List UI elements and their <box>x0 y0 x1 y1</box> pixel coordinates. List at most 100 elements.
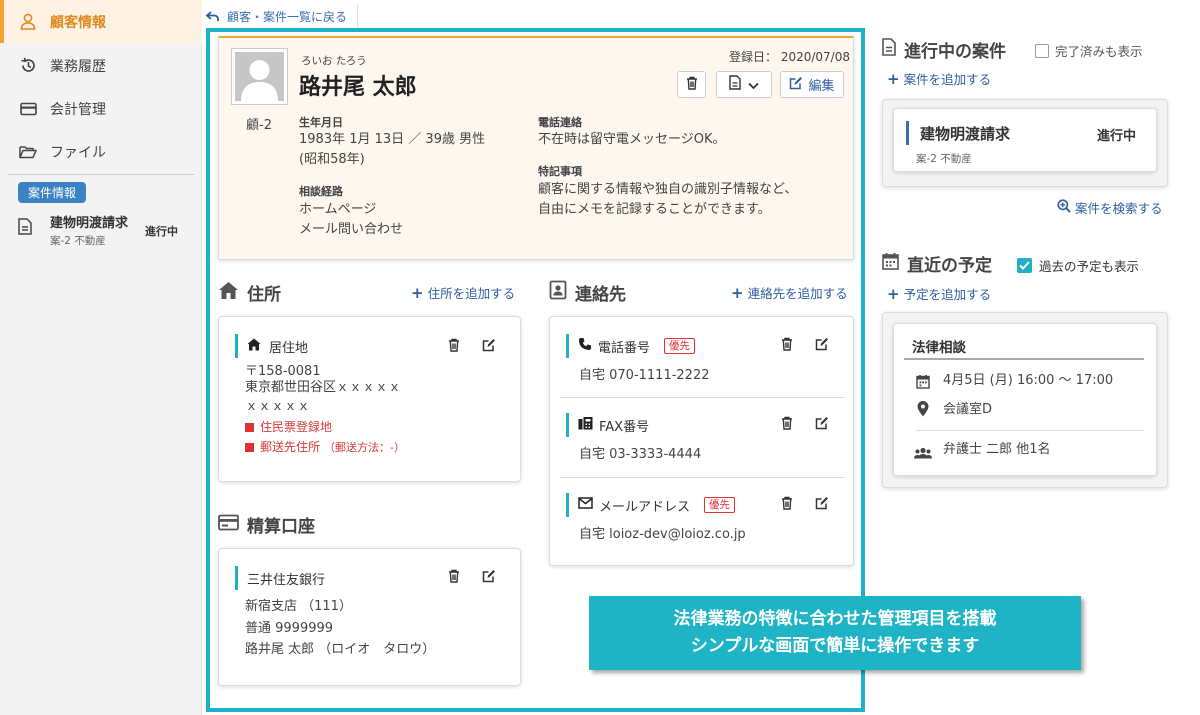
address-title-text: 住所 <box>247 285 281 305</box>
add-address-label: 住所を追加する <box>427 286 516 301</box>
delete-email-button[interactable] <box>779 496 795 512</box>
plus-icon: + <box>887 69 900 88</box>
delete-phone-button[interactable] <box>779 337 795 353</box>
back-arrow-icon <box>206 10 219 22</box>
show-completed-label: 完了済みも表示 <box>1055 44 1143 59</box>
show-past-checkbox[interactable]: 過去の予定も表示 <box>1017 256 1139 275</box>
sidebar-item-files[interactable]: ファイル <box>0 130 202 173</box>
edit-fax-button[interactable] <box>814 416 830 432</box>
sidebar-case-title: 建物明渡請求 <box>50 216 129 231</box>
case-card[interactable]: 建物明渡請求 進行中 案-2 不動産 <box>893 108 1157 172</box>
search-plus-icon <box>1057 199 1071 216</box>
contact-email-label: メールアドレス 優先 <box>566 493 736 517</box>
birth-era: (昭和58年) <box>299 152 365 167</box>
trash-icon <box>781 415 793 434</box>
red-square-icon <box>245 423 254 432</box>
delete-button[interactable] <box>677 71 706 98</box>
priority-badge: 優先 <box>664 338 696 354</box>
delete-address-button[interactable] <box>446 338 462 354</box>
add-address-link[interactable]: + 住所を追加する <box>411 283 515 302</box>
sidebar-item-history[interactable]: 業務履歴 <box>0 44 202 87</box>
schedule-title-underline <box>904 358 1144 360</box>
case-accent-bar <box>906 121 909 145</box>
sidebar: 顧客情報 業務履歴 会計管理 ファイル 案件情報 建物明渡請求 案-2 不動産 … <box>0 0 202 715</box>
edit-button[interactable]: 編集 <box>780 71 844 98</box>
bank-holder: 路井尾 太郎 （ロイオ タロウ） <box>245 642 436 657</box>
schedule-place: 会議室D <box>943 402 993 417</box>
note-value-1: 顧客に関する情報や独自の識別子情報など、 <box>538 182 798 197</box>
calendar-icon <box>882 252 899 275</box>
history-icon <box>18 56 38 76</box>
cases-panel: 建物明渡請求 進行中 案-2 不動産 <box>882 99 1168 187</box>
cases-title-text: 進行中の案件 <box>904 42 1006 62</box>
address-line-1: 東京都世田谷区ｘｘｘｘｘ <box>245 380 402 395</box>
house-icon <box>218 281 239 305</box>
edit-address-button[interactable] <box>481 338 497 354</box>
trash-icon <box>781 336 793 355</box>
contact-fax-value: 自宅 03-3333-4444 <box>579 447 702 462</box>
mailing-address-tag: 郵送先住所 （郵送方法：-） <box>245 438 405 455</box>
document-icon <box>882 38 896 61</box>
bank-branch: 新宿支店 （111） <box>245 599 352 614</box>
house-icon <box>247 338 261 355</box>
edit-bank-button[interactable] <box>481 569 497 585</box>
case-sub: 案-2 不動産 <box>916 153 972 165</box>
add-schedule-label: 予定を追加する <box>903 287 992 302</box>
edit-icon <box>482 568 496 587</box>
checkbox-checked-icon <box>1017 258 1032 273</box>
person-icon <box>18 12 38 32</box>
bank-card: 三井住友銀行 新宿支店 （111） 普通 9999999 路井尾 太郎 （ロイオ… <box>218 548 521 686</box>
tel-label: 電話連絡 <box>538 116 582 129</box>
address-line-2: ｘｘｘｘｘ <box>245 399 311 414</box>
postal-code: 〒158-0081 <box>245 364 321 379</box>
add-case-label: 案件を追加する <box>903 72 992 87</box>
add-contact-link[interactable]: + 連絡先を追加する <box>731 283 848 302</box>
schedule-title-text: 直近の予定 <box>907 256 992 276</box>
search-case-link[interactable]: 案件を検索する <box>1057 198 1163 217</box>
avatar <box>231 48 288 105</box>
tag-label: 住民票登録地 <box>260 420 333 434</box>
note-value-2: 自由にメモを記録することができます。 <box>538 202 771 217</box>
add-schedule-link[interactable]: + 予定を追加する <box>887 284 991 303</box>
contact-phone-label: 電話番号 優先 <box>566 334 696 358</box>
feature-callout: 法律業務の特徴に合わせた管理項目を搭載 シンプルな画面で簡単に操作できます <box>589 596 1081 670</box>
schedule-card[interactable]: 法律相談 4月5日 (月) 16:00 〜 17:00 会議室D 弁護士 二郎 … <box>893 323 1157 476</box>
add-contact-label: 連絡先を追加する <box>747 286 848 301</box>
tel-value: 不在時は留守電メッセージOK。 <box>538 132 726 147</box>
sidebar-item-label: 業務履歴 <box>50 58 106 75</box>
add-case-link[interactable]: + 案件を追加する <box>887 69 991 88</box>
priority-badge: 優先 <box>704 497 736 513</box>
trash-icon <box>448 568 460 587</box>
sidebar-case-status: 進行中 <box>145 225 178 238</box>
contact-label-text: FAX番号 <box>599 419 650 435</box>
case-section-badge: 案件情報 <box>18 182 87 203</box>
sidebar-case-item[interactable]: 建物明渡請求 案-2 不動産 進行中 <box>18 212 198 252</box>
edit-phone-button[interactable] <box>814 337 830 353</box>
back-to-list-link[interactable]: 顧客・案件一覧に戻る <box>204 4 359 28</box>
case-status: 進行中 <box>1097 129 1137 144</box>
delete-bank-button[interactable] <box>446 569 462 585</box>
contact-fax-label: FAX番号 <box>566 413 649 437</box>
trash-icon <box>686 75 698 94</box>
route-value-2: メール問い合わせ <box>299 222 404 237</box>
profile-card: 顧-2 ろいお たろう 路井尾 太郎 登録日： 2020/07/08 編集 生年… <box>218 36 854 260</box>
show-completed-checkbox[interactable]: 完了済みも表示 <box>1035 41 1143 60</box>
contact-card-icon <box>549 280 567 305</box>
edit-email-button[interactable] <box>814 496 830 512</box>
customer-id: 顧-2 <box>246 118 272 133</box>
sidebar-item-customer-info[interactable]: 顧客情報 <box>0 0 202 43</box>
search-case-label: 案件を検索する <box>1075 201 1163 216</box>
birth-label: 生年月日 <box>299 116 343 129</box>
edit-icon <box>482 337 496 356</box>
fax-icon <box>578 416 593 434</box>
callout-line-1: 法律業務の特徴に合わせた管理項目を搭載 <box>673 609 997 629</box>
registration-date: 登録日： 2020/07/08 <box>729 50 850 64</box>
document-menu-button[interactable] <box>716 71 772 98</box>
delete-fax-button[interactable] <box>779 416 795 432</box>
sidebar-item-accounting[interactable]: 会計管理 <box>0 87 202 130</box>
note-label: 特記事項 <box>538 165 582 178</box>
phone-icon <box>578 337 592 355</box>
chevron-down-icon <box>748 75 759 94</box>
trash-icon <box>448 337 460 356</box>
checkbox-unchecked-icon <box>1035 43 1049 58</box>
